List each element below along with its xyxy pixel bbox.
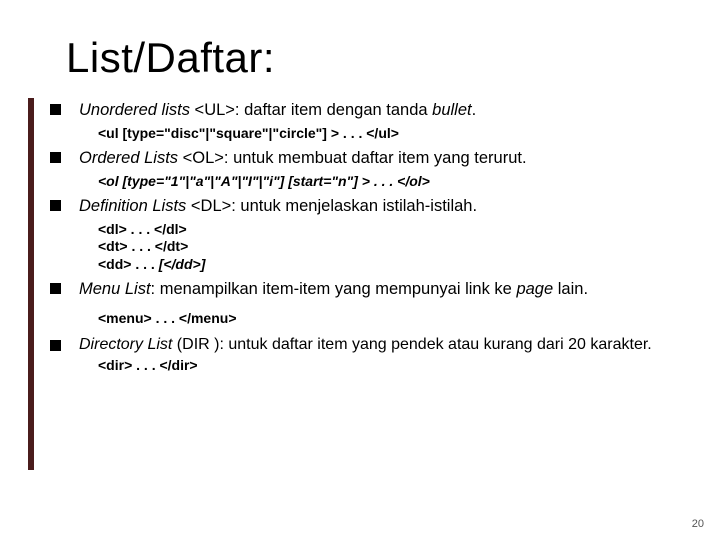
item-text: Menu List: menampilkan item-item yang me… [79, 279, 670, 300]
slide-title: List/Daftar: [66, 34, 275, 82]
list-item: Menu List: menampilkan item-item yang me… [50, 279, 670, 300]
square-bullet-icon [50, 200, 61, 211]
item-text: Directory List (DIR ): untuk daftar item… [79, 336, 670, 354]
square-bullet-icon [50, 104, 61, 115]
list-item: Ordered Lists <OL>: untuk membuat daftar… [50, 148, 670, 169]
slide: List/Daftar: Unordered lists <UL>: dafta… [0, 0, 720, 540]
square-bullet-icon [50, 283, 61, 294]
square-bullet-icon [50, 152, 61, 163]
list-item: Definition Lists <DL>: untuk menjelaskan… [50, 196, 670, 217]
list-item: Unordered lists <UL>: daftar item dengan… [50, 100, 670, 121]
code-snippet: <ul [type="disc"|"square"|"circle"] > . … [98, 125, 670, 143]
square-bullet-icon [50, 340, 61, 351]
code-snippet: <dl> . . . </dl> <dt> . . . </dt> <dd> .… [98, 221, 670, 274]
accent-bar [28, 98, 34, 470]
list-item: Directory List (DIR ): untuk daftar item… [50, 336, 670, 354]
code-snippet: <dir> . . . </dir> [98, 357, 670, 375]
item-text: Ordered Lists <OL>: untuk membuat daftar… [79, 148, 670, 169]
item-text: Unordered lists <UL>: daftar item dengan… [79, 100, 670, 121]
code-snippet: <menu> . . . </menu> [98, 310, 670, 328]
item-text: Definition Lists <DL>: untuk menjelaskan… [79, 196, 670, 217]
code-snippet: <ol [type="1"|"a"|"A"|"I"|"i"] [start="n… [98, 173, 670, 191]
slide-content: Unordered lists <UL>: daftar item dengan… [50, 100, 670, 381]
page-number: 20 [692, 518, 704, 530]
